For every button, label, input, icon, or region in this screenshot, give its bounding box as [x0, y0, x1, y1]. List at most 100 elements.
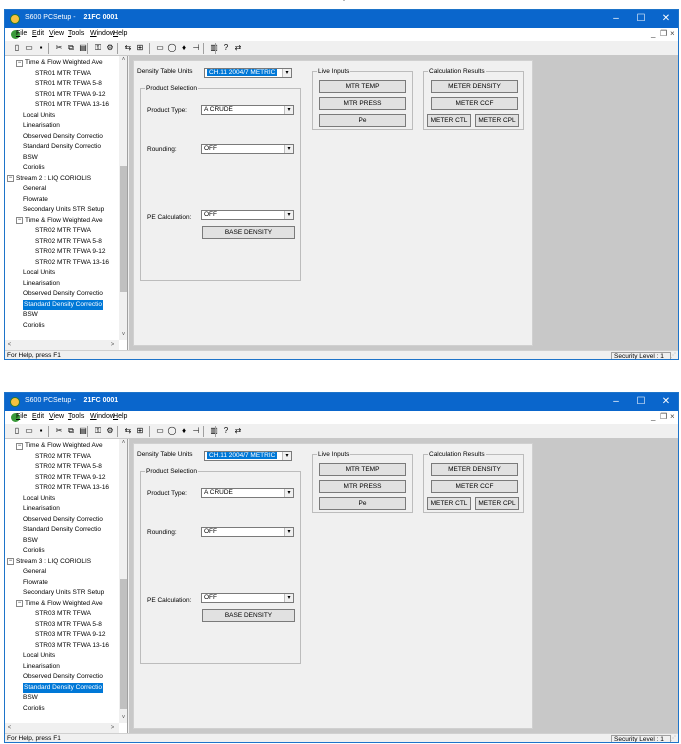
rect-icon[interactable]: ▭ — [155, 426, 165, 436]
tree-item[interactable]: BSW — [23, 693, 38, 703]
chevron-down-icon[interactable]: ▾ — [282, 69, 291, 77]
tree-scroll-thumb[interactable] — [120, 166, 127, 292]
help-icon[interactable]: ? — [221, 43, 231, 53]
copy-icon[interactable]: ⧉ — [66, 43, 76, 53]
tree-item[interactable]: Flowrate — [23, 578, 48, 588]
tree-item[interactable]: STR03 MTR TFWA — [35, 609, 91, 619]
tree-expander[interactable]: − — [16, 59, 23, 67]
chevron-down-icon[interactable]: ▾ — [284, 594, 293, 602]
meter-ctl-button[interactable]: METER CTL — [427, 114, 471, 127]
menu-edit[interactable]: Edit — [32, 30, 44, 37]
tree-item[interactable]: Observed Density Correctio — [23, 289, 103, 299]
print-icon[interactable]: ▥ — [209, 426, 219, 436]
product-type-select[interactable]: A CRUDE ▾ — [201, 105, 294, 115]
tree-item[interactable]: STR02 MTR TFWA 5-8 — [35, 237, 102, 247]
stop-icon[interactable]: ◯ — [167, 43, 177, 53]
tree-item[interactable]: Observed Density Correctio — [23, 132, 103, 142]
chevron-down-icon[interactable]: ▾ — [284, 106, 293, 114]
menu-help[interactable]: Help — [113, 30, 127, 37]
tree-vertical-scrollbar[interactable]: ˄ ˅ — [119, 439, 127, 723]
tree-item[interactable]: Local Units — [23, 268, 55, 278]
scroll-down-arrow[interactable]: ˅ — [119, 714, 127, 723]
maximize-button[interactable]: ☐ — [627, 393, 655, 411]
minimize-button[interactable]: – — [602, 10, 630, 28]
scroll-up-arrow[interactable]: ˄ — [119, 56, 127, 65]
chart-icon[interactable]: ⊣ — [191, 426, 201, 436]
tree-item[interactable]: General — [23, 567, 46, 577]
tree-item[interactable]: Local Units — [23, 111, 55, 121]
chevron-down-icon[interactable]: ▾ — [282, 452, 291, 460]
scroll-right-arrow[interactable]: > — [108, 340, 117, 350]
meter-cpl-button[interactable]: METER CPL — [475, 114, 519, 127]
meter-density-button[interactable]: METER DENSITY — [431, 80, 518, 93]
tree-item[interactable]: Time & Flow Weighted Ave — [25, 441, 103, 451]
key-icon[interactable]: ⚿ — [93, 43, 103, 53]
mtr-press-button[interactable]: MTR PRESS — [319, 480, 406, 493]
connect-icon[interactable]: ⇆ — [123, 43, 133, 53]
meter-cpl-button[interactable]: METER CPL — [475, 497, 519, 510]
save-icon[interactable]: ▪ — [36, 43, 46, 53]
mdi-minimize-button[interactable]: _ — [651, 412, 655, 421]
tree-item[interactable]: Secondary Units STR Setup — [23, 205, 104, 215]
mdi-restore-button[interactable]: ❐ — [660, 29, 667, 38]
cut-icon[interactable]: ✂ — [54, 43, 64, 53]
tree-item[interactable]: Linearisation — [23, 504, 60, 514]
menu-file[interactable]: File — [16, 30, 27, 37]
scroll-left-arrow[interactable]: < — [5, 340, 14, 350]
arrow-icon[interactable]: ⇄ — [233, 426, 243, 436]
tree-item[interactable]: BSW — [23, 310, 38, 320]
stop-icon[interactable]: ◯ — [167, 426, 177, 436]
tree-item[interactable]: Stream 2 : LIQ CORIOLIS — [16, 174, 91, 184]
scroll-left-arrow[interactable]: < — [5, 723, 14, 733]
meter-ccf-button[interactable]: METER CCF — [431, 97, 518, 110]
base-density-button[interactable]: BASE DENSITY — [202, 226, 295, 239]
scroll-up-arrow[interactable]: ˄ — [119, 439, 127, 448]
mtr-temp-button[interactable]: MTR TEMP — [319, 463, 406, 476]
mdi-close-button[interactable]: × — [670, 412, 675, 421]
config-tree[interactable]: − Time & Flow Weighted Ave STR01 MTR TFWA S… — [5, 56, 128, 350]
tree-item[interactable]: Local Units — [23, 494, 55, 504]
close-button[interactable]: ✕ — [652, 10, 678, 28]
tree-item[interactable]: Linearisation — [23, 121, 60, 131]
mdi-restore-button[interactable]: ❐ — [660, 412, 667, 421]
print-icon[interactable]: ▥ — [209, 43, 219, 53]
menu-view[interactable]: View — [49, 30, 64, 37]
settings-icon[interactable]: ⚙ — [105, 43, 115, 53]
new-icon[interactable]: ▯ — [12, 43, 22, 53]
tree-item[interactable]: Observed Density Correctio — [23, 515, 103, 525]
tree-icon[interactable]: ♦ — [179, 426, 189, 436]
menu-tools[interactable]: Tools — [68, 413, 84, 420]
menu-edit[interactable]: Edit — [32, 413, 44, 420]
grid-icon[interactable]: ⊞ — [135, 43, 145, 53]
tree-horizontal-scrollbar[interactable]: < > — [5, 723, 119, 733]
tree-item[interactable]: Observed Density Correctio — [23, 672, 103, 682]
meter-ctl-button[interactable]: METER CTL — [427, 497, 471, 510]
mdi-close-button[interactable]: × — [670, 29, 675, 38]
base-density-button[interactable]: BASE DENSITY — [202, 609, 295, 622]
tree-item[interactable]: STR01 MTR TFWA 5-8 — [35, 79, 102, 89]
tree-horizontal-scrollbar[interactable]: < > — [5, 340, 119, 350]
tree-item[interactable]: STR03 MTR TFWA 5-8 — [35, 620, 102, 630]
minimize-button[interactable]: – — [602, 393, 630, 411]
tree-item[interactable]: STR02 MTR TFWA 9-12 — [35, 247, 105, 257]
menu-file[interactable]: File — [16, 413, 27, 420]
tree-expander[interactable]: − — [7, 558, 14, 565]
tree-item[interactable]: STR01 MTR TFWA 13-16 — [35, 100, 109, 110]
tree-item[interactable]: Standard Density Correctio — [23, 525, 101, 535]
tree-item[interactable]: Time & Flow Weighted Ave — [25, 58, 103, 68]
maximize-button[interactable]: ☐ — [627, 10, 655, 28]
tree-item[interactable]: Coriolis — [23, 321, 45, 331]
tree-item[interactable]: Standard Density Correctio — [23, 299, 104, 310]
menu-tools[interactable]: Tools — [68, 30, 84, 37]
tree-item[interactable]: STR03 MTR TFWA 9-12 — [35, 630, 105, 640]
density-units-select[interactable]: CH.11 2004/7 METRIC ▾ — [204, 68, 292, 78]
config-tree[interactable]: − Time & Flow Weighted Ave STR02 MTR TFWA S… — [5, 439, 128, 733]
tree-expander[interactable]: − — [16, 217, 23, 224]
tree-item[interactable]: Local Units — [23, 651, 55, 661]
new-icon[interactable]: ▯ — [12, 426, 22, 436]
grid-icon[interactable]: ⊞ — [135, 426, 145, 436]
menu-window[interactable]: Window — [90, 413, 115, 420]
tree-vertical-scrollbar[interactable]: ˄ ˅ — [119, 56, 127, 340]
tree-item[interactable]: Time & Flow Weighted Ave — [25, 599, 103, 609]
help-icon[interactable]: ? — [221, 426, 231, 436]
